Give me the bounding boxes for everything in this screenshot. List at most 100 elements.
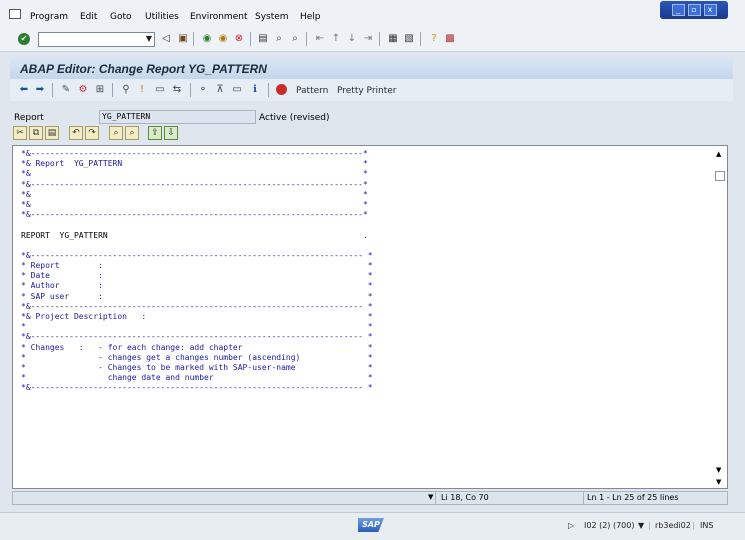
code-line[interactable]: * SAP user : *	[21, 292, 373, 302]
layout-menu-icon[interactable]: ▩	[444, 33, 456, 45]
restore-button[interactable]: ▫	[687, 4, 701, 16]
exit-icon[interactable]: ◉	[217, 33, 229, 45]
next-page-icon[interactable]: ↓	[346, 33, 358, 45]
scroll-down-icon[interactable]: ▼	[716, 478, 721, 486]
forward-arrow-icon[interactable]: ➡	[34, 84, 46, 96]
find-next-icon[interactable]: ⌕	[125, 126, 139, 140]
toolbar-separator	[190, 83, 191, 97]
editor-status-bar: ▼ Li 18, Co 70 Ln 1 - Ln 25 of 25 lines	[12, 491, 728, 505]
cancel-icon[interactable]: ⊗	[233, 33, 245, 45]
stop-icon[interactable]	[276, 84, 287, 95]
activate-icon[interactable]: ⊞	[94, 84, 106, 96]
find-icon[interactable]: ⌕	[109, 126, 123, 140]
toolbar-separator	[379, 32, 380, 46]
print-icon[interactable]: ▤	[257, 33, 269, 45]
scroll-thumb[interactable]	[715, 171, 725, 181]
code-line[interactable]: *& Project Description : *	[21, 312, 373, 322]
back-arrow-icon[interactable]: ⬅	[18, 84, 30, 96]
command-field[interactable]: ▼	[38, 32, 155, 47]
upload-icon[interactable]: ⇪	[148, 126, 162, 140]
window-controls: _ ▫ x	[660, 1, 728, 19]
back-arrow-icon[interactable]: ◁	[160, 33, 172, 45]
menu-environment[interactable]: Environment	[190, 12, 247, 22]
split-screen-icon[interactable]: ▭	[231, 84, 243, 96]
new-session-icon[interactable]: ▦	[387, 33, 399, 45]
where-used-icon[interactable]: ⚲	[120, 84, 132, 96]
previous-page-icon[interactable]: ↑	[330, 33, 342, 45]
code-line[interactable]: *&--------------------------------------…	[21, 210, 373, 220]
pretty-printer-button[interactable]: Pretty Printer	[337, 86, 397, 96]
code-line[interactable]: *&--------------------------------------…	[21, 251, 373, 261]
object-list-icon[interactable]: ▭	[154, 84, 166, 96]
back-icon[interactable]: ◉	[201, 33, 213, 45]
enter-icon[interactable]: ✔	[18, 33, 30, 45]
command-input[interactable]	[39, 33, 139, 46]
code-line[interactable]: *& *	[21, 190, 373, 200]
find-next-icon[interactable]: ⌕	[289, 33, 301, 45]
code-line[interactable]: *&--------------------------------------…	[21, 332, 373, 342]
code-text[interactable]: *&--------------------------------------…	[21, 149, 373, 394]
code-line[interactable]: *& *	[21, 169, 373, 179]
code-line[interactable]: *& Report YG_PATTERN *	[21, 159, 373, 169]
copy-icon[interactable]: ⧉	[29, 126, 43, 140]
info-icon[interactable]: ℹ	[249, 84, 261, 96]
redo-icon[interactable]: ↷	[85, 126, 99, 140]
code-line[interactable]: REPORT YG_PATTERN .	[21, 231, 373, 241]
code-line[interactable]: *&--------------------------------------…	[21, 302, 373, 312]
chevron-down-icon[interactable]: ▼	[638, 521, 644, 530]
last-page-icon[interactable]: ⇥	[362, 33, 374, 45]
code-line[interactable]: * - Changes to be marked with SAP-user-n…	[21, 363, 373, 373]
code-editor[interactable]: *&--------------------------------------…	[12, 145, 728, 489]
navigation-icon[interactable]: ⇆	[171, 84, 183, 96]
title-bar: ABAP Editor: Change Report YG_PATTERN	[10, 57, 733, 79]
shortcut-icon[interactable]: ▧	[403, 33, 415, 45]
scroll-up-icon[interactable]: ▲	[716, 150, 721, 158]
status-divider	[435, 492, 436, 504]
download-icon[interactable]: ⇩	[164, 126, 178, 140]
test-icon[interactable]: !	[136, 84, 148, 96]
code-line[interactable]: * *	[21, 322, 373, 332]
close-button[interactable]: x	[703, 4, 717, 16]
menu-help[interactable]: Help	[300, 12, 321, 22]
code-line[interactable]: * Author : *	[21, 281, 373, 291]
first-page-icon[interactable]: ⇤	[314, 33, 326, 45]
breakpoint-icon[interactable]: ⊼	[214, 84, 226, 96]
pattern-button[interactable]: Pattern	[296, 86, 328, 96]
menu-edit[interactable]: Edit	[80, 12, 97, 22]
code-line[interactable]: *&--------------------------------------…	[21, 180, 373, 190]
scroll-down-icon[interactable]: ▼	[716, 466, 721, 474]
code-line[interactable]: *&--------------------------------------…	[21, 149, 373, 159]
code-line[interactable]	[21, 241, 373, 251]
display-change-icon[interactable]: ✎	[60, 84, 72, 96]
code-line[interactable]: * Report : *	[21, 261, 373, 271]
save-icon[interactable]: ▣	[177, 33, 189, 45]
chevron-down-icon[interactable]: ▼	[428, 493, 433, 501]
cut-icon[interactable]: ✂	[13, 126, 27, 140]
code-line[interactable]: *& *	[21, 200, 373, 210]
code-line[interactable]: * - changes get a changes number (ascend…	[21, 353, 373, 363]
code-line[interactable]: * change date and number *	[21, 373, 373, 383]
help-icon[interactable]: ?	[428, 33, 440, 45]
paste-icon[interactable]: ▤	[45, 126, 59, 140]
undo-icon[interactable]: ↶	[69, 126, 83, 140]
chevron-down-icon[interactable]: ▼	[146, 34, 152, 43]
menu-program[interactable]: Program	[30, 12, 68, 22]
window-menu-icon[interactable]	[9, 9, 21, 19]
vertical-scrollbar[interactable]: ▲ ▼ ▼	[713, 146, 727, 488]
menu-utilities[interactable]: Utilities	[145, 12, 179, 22]
check-icon[interactable]: ⚙	[77, 84, 89, 96]
menu-goto[interactable]: Goto	[110, 12, 132, 22]
hierarchy-icon[interactable]: ⚬	[197, 84, 209, 96]
code-line[interactable]	[21, 220, 373, 230]
minimize-button[interactable]: _	[671, 4, 685, 16]
status-toggle-icon[interactable]: ▷	[568, 521, 574, 530]
code-line[interactable]: *&--------------------------------------…	[21, 383, 373, 393]
toolbar-separator	[193, 32, 194, 46]
session-info: I02 (2) (700)	[584, 521, 635, 530]
code-line[interactable]: * Changes : - for each change: add chapt…	[21, 343, 373, 353]
find-icon[interactable]: ⌕	[273, 33, 285, 45]
menu-system[interactable]: System	[255, 12, 289, 22]
status-divider	[583, 492, 584, 504]
status-divider: |	[648, 521, 651, 530]
code-line[interactable]: * Date : *	[21, 271, 373, 281]
